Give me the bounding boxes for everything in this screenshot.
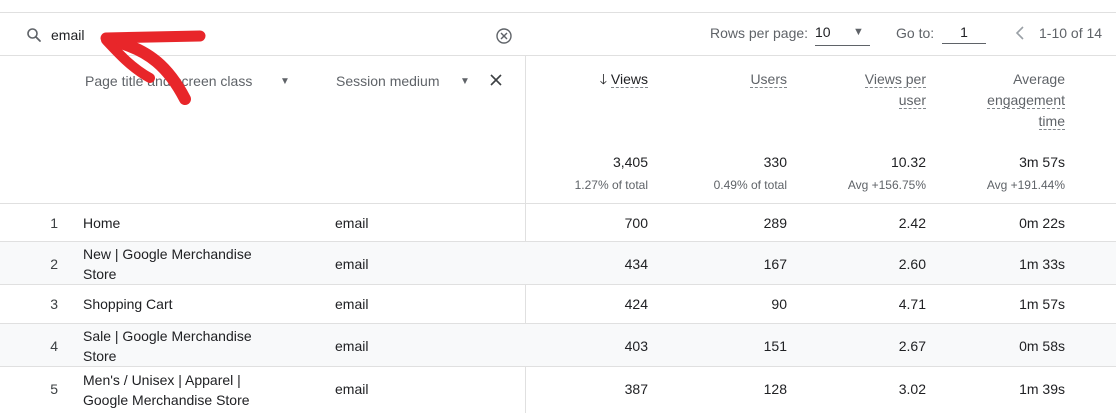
rows-per-page-select[interactable]: 10 ▼ <box>815 23 870 46</box>
caret-down-icon[interactable]: ▼ <box>460 76 470 87</box>
views-per-user-header[interactable]: Views per user <box>826 69 926 111</box>
page-title-line: Store <box>83 266 117 282</box>
users-total: 330 <box>763 154 787 170</box>
views-cell: 434 <box>624 256 648 272</box>
views-per-user-cell: 2.67 <box>898 338 926 354</box>
session-medium-cell: email <box>335 381 369 397</box>
goto-page-input[interactable] <box>942 21 986 44</box>
page-title-line: Google Merchandise Store <box>83 392 250 408</box>
page-range: 1-10 of 14 <box>1039 25 1103 41</box>
views-per-user-label-2: user <box>898 92 926 109</box>
close-icon[interactable] <box>489 73 503 87</box>
users-cell: 90 <box>771 296 787 312</box>
goto-label: Go to: <box>896 25 935 41</box>
table-row[interactable]: 5 Men's / Unisex | Apparel | Google Merc… <box>0 366 1116 414</box>
views-per-user-avg: Avg +156.75% <box>847 178 926 192</box>
views-header[interactable]: 🡓 Views <box>568 69 648 90</box>
users-header-label: Users <box>750 71 787 88</box>
avg-engagement-label-3: time <box>1038 113 1065 130</box>
views-cell: 424 <box>624 296 648 312</box>
views-per-user-cell: 4.71 <box>898 296 926 312</box>
dimension2-header[interactable]: Session medium ▼ <box>336 73 470 89</box>
page-title-cell: Sale | Google Merchandise Store <box>83 326 303 366</box>
clear-circle-icon[interactable] <box>495 27 513 45</box>
row-index: 2 <box>50 256 58 272</box>
avg-engagement-cell: 0m 22s <box>1019 215 1065 231</box>
users-cell: 167 <box>763 256 787 272</box>
session-medium-cell: email <box>335 256 369 272</box>
page-title-line: Home <box>83 215 121 231</box>
page-title-cell: Home <box>83 213 303 233</box>
row-index: 4 <box>50 338 58 354</box>
caret-down-icon: ▼ <box>853 26 864 38</box>
views-per-user-total: 10.32 <box>890 154 926 170</box>
table-row[interactable]: 3 Shopping Cart email 424 90 4.71 1m 57s <box>0 284 1116 324</box>
table-toolbar: Rows per page: 10 ▼ Go to: 1-10 of 14 <box>0 13 1116 56</box>
page-title-line: Sale | Google Merchandise <box>83 328 252 344</box>
avg-engagement-cell: 1m 57s <box>1019 296 1065 312</box>
row-index: 3 <box>50 296 58 312</box>
session-medium-cell: email <box>335 296 369 312</box>
views-per-user-cell: 2.42 <box>898 215 926 231</box>
views-total-share: 1.27% of total <box>574 178 648 192</box>
avg-engagement-avg: Avg +191.44% <box>986 178 1065 192</box>
row-index: 1 <box>50 215 58 231</box>
avg-engagement-label-1: Average <box>1013 71 1065 87</box>
caret-down-icon[interactable]: ▼ <box>280 76 290 87</box>
rows-per-page-label: Rows per page: <box>710 25 809 41</box>
avg-engagement-cell: 1m 39s <box>1019 381 1065 397</box>
page-title-cell: New | Google Merchandise Store <box>83 244 303 284</box>
page-title-line: Shopping Cart <box>83 296 173 312</box>
views-cell: 700 <box>624 215 648 231</box>
search-icon <box>27 28 41 42</box>
users-cell: 289 <box>763 215 787 231</box>
arrow-down-icon: 🡓 <box>599 71 608 87</box>
avg-engagement-total: 3m 57s <box>1019 154 1065 170</box>
users-total-share: 0.49% of total <box>713 178 787 192</box>
dimension2-header-label: Session medium <box>336 73 440 89</box>
views-total: 3,405 <box>612 154 648 170</box>
page-title-cell: Men's / Unisex | Apparel | Google Mercha… <box>83 370 303 410</box>
views-cell: 403 <box>624 338 648 354</box>
page-title-line: Store <box>83 348 117 364</box>
page-title-line: New | Google Merchandise <box>83 246 252 262</box>
avg-engagement-cell: 0m 58s <box>1019 338 1065 354</box>
views-cell: 387 <box>624 381 648 397</box>
views-per-user-cell: 3.02 <box>898 381 926 397</box>
views-per-user-cell: 2.60 <box>898 256 926 272</box>
table-row[interactable]: 4 Sale | Google Merchandise Store email … <box>0 323 1116 367</box>
avg-engagement-label-2: engagement <box>987 92 1065 109</box>
chevron-left-icon[interactable] <box>1010 23 1030 43</box>
views-header-label: Views <box>610 71 648 88</box>
session-medium-cell: email <box>335 215 369 231</box>
users-header[interactable]: Users <box>707 69 787 90</box>
table-row[interactable]: 2 New | Google Merchandise Store email 4… <box>0 241 1116 285</box>
page-title-cell: Shopping Cart <box>83 294 303 314</box>
dimension1-header-label: Page title and screen class <box>85 73 253 89</box>
dimension1-header[interactable]: Page title and screen class ▼ <box>85 73 290 89</box>
rows-per-page-value: 10 <box>815 24 831 40</box>
users-cell: 151 <box>763 338 787 354</box>
page-title-line: Men's / Unisex | Apparel | <box>83 372 241 388</box>
avg-engagement-header[interactable]: Average engagement time <box>955 69 1065 132</box>
row-index: 5 <box>50 381 58 397</box>
search-input[interactable] <box>51 25 251 45</box>
users-cell: 128 <box>763 381 787 397</box>
avg-engagement-cell: 1m 33s <box>1019 256 1065 272</box>
session-medium-cell: email <box>335 338 369 354</box>
table-row[interactable]: 1 Home email 700 289 2.42 0m 22s <box>0 203 1116 242</box>
views-per-user-label-1: Views per <box>864 71 926 88</box>
